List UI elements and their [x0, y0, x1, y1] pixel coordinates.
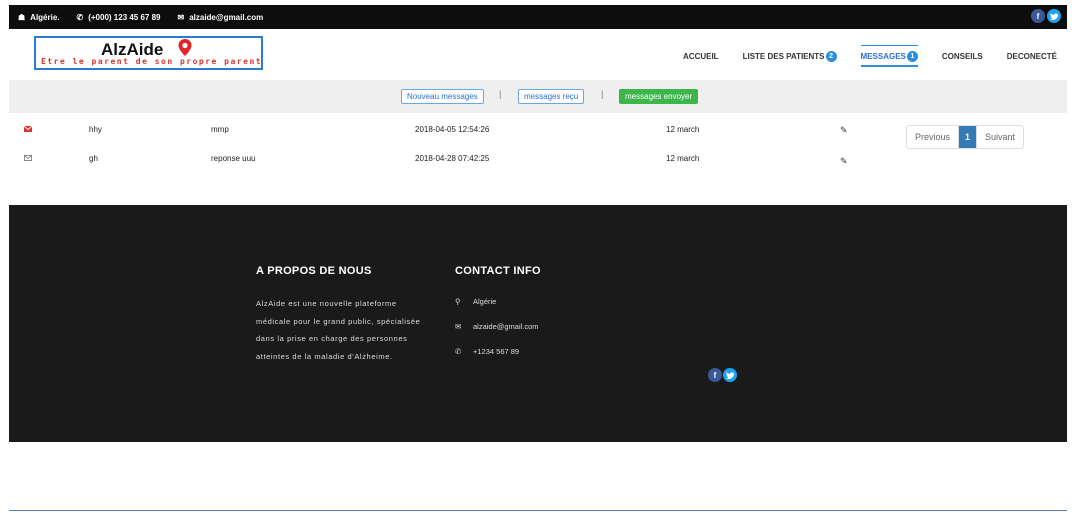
nav-label: LISTE DES PATIENTS: [742, 52, 825, 61]
envelope-icon: ✉: [455, 322, 462, 331]
location-text: Algérie.: [30, 12, 60, 22]
contact-email-text: alzaide@gmail.com: [473, 322, 539, 331]
site-logo[interactable]: AlzAide Etre le parent de son propre par…: [34, 36, 263, 70]
phone-text: (+000) 123 45 67 89: [88, 12, 161, 22]
page-divider: [9, 510, 1067, 511]
next-page-button[interactable]: Suivant: [977, 126, 1023, 148]
location-item: ☗ Algérie.: [18, 13, 60, 22]
nav-deconnecte[interactable]: DECONECTÉ: [1007, 51, 1057, 62]
nav-liste-des-patients[interactable]: LISTE DES PATIENTS 2: [743, 51, 837, 62]
phone-item: ✆ (+000) 123 45 67 89: [77, 13, 161, 22]
sent-datetime: 2018-04-28 07:42:25: [415, 154, 490, 163]
email-item: ✉ alzaide@gmail.com: [178, 13, 264, 22]
nav-label: DECONECTÉ: [1006, 52, 1057, 61]
site-footer: A PROPOS DE NOUS AlzAide est une nouvell…: [9, 205, 1067, 442]
contact-phone-text: +1234 567 89: [473, 347, 520, 356]
contact-email: ✉ alzaide@gmail.com: [455, 314, 539, 339]
phone-icon: ✆: [76, 12, 84, 22]
nav-messages[interactable]: MESSAGES 1: [860, 45, 919, 67]
about-title: A PROPOS DE NOUS: [256, 265, 372, 277]
subject: reponse uuu: [211, 154, 256, 163]
about-text: AlzAide est une nouvelle plateforme médi…: [256, 299, 421, 361]
contact-info: ⚲ Algérie ✉ alzaide@gmail.com ✆ +1234 56…: [455, 295, 539, 370]
sent-messages-button[interactable]: messages envoyer: [619, 89, 699, 104]
table-row[interactable]: hhy mmp 2018-04-05 12:54:26 12 march ✎: [9, 121, 889, 141]
map-pin-icon: [178, 39, 192, 56]
sent-datetime: 2018-04-05 12:54:26: [415, 125, 490, 134]
new-message-button[interactable]: Nouveau messages: [401, 89, 484, 104]
subject: mmp: [211, 125, 229, 134]
phone-icon: ✆: [455, 347, 462, 356]
twitter-icon[interactable]: [723, 368, 737, 382]
contact-location-text: Algérie: [473, 297, 497, 306]
top-info-bar: ☗ Algérie. ✆ (+000) 123 45 67 89 ✉ alzai…: [9, 5, 1067, 29]
edit-pencil-icon[interactable]: ✎: [840, 125, 848, 136]
read-mail-icon: [24, 154, 32, 163]
recipient: gh: [89, 154, 98, 163]
envelope-icon: ✉: [177, 12, 185, 22]
map-marker-icon: ⚲: [455, 297, 461, 306]
table-row[interactable]: gh reponse uuu 2018-04-28 07:42:25 12 ma…: [9, 150, 889, 170]
home-icon: ☗: [18, 12, 26, 22]
nav-label: ACCUEIL: [683, 52, 719, 61]
nav-label: CONSEILS: [941, 52, 983, 61]
patients-count-badge: 2: [825, 51, 837, 62]
nav-accueil[interactable]: ACCUEIL: [683, 51, 719, 62]
received-messages-button[interactable]: messages reçu: [518, 89, 585, 104]
site-header: AlzAide Etre le parent de son propre par…: [9, 29, 1067, 80]
facebook-icon[interactable]: f: [708, 368, 722, 382]
current-page-button[interactable]: 1: [959, 126, 978, 148]
email-text: alzaide@gmail.com: [189, 12, 264, 22]
toolbar-separator: |: [601, 89, 604, 99]
contact-phone: ✆ +1234 567 89: [455, 339, 539, 364]
footer-social-links: f: [708, 368, 737, 382]
top-social-links: f: [1031, 9, 1061, 23]
recipient: hhy: [89, 125, 102, 134]
contact-title: CONTACT INFO: [455, 265, 541, 277]
messages-toolbar: Nouveau messages | messages reçu | messa…: [9, 80, 1067, 113]
twitter-icon[interactable]: [1047, 9, 1061, 23]
pagination: Previous 1 Suivant: [906, 125, 1025, 149]
brand-tagline: Etre le parent de son propre parent: [41, 57, 263, 66]
previous-page-button[interactable]: Previous: [907, 126, 960, 148]
facebook-icon[interactable]: f: [1031, 9, 1045, 23]
date: 12 march: [666, 154, 700, 163]
nav-conseils[interactable]: CONSEILS: [942, 51, 983, 62]
messages-count-badge: 1: [906, 51, 918, 62]
toolbar-separator: |: [499, 89, 502, 99]
nav-label: MESSAGES: [860, 52, 906, 61]
date: 12 march: [666, 125, 700, 134]
unread-mail-icon: [23, 125, 33, 134]
edit-pencil-icon[interactable]: ✎: [840, 156, 848, 167]
main-nav: ACCUEIL LISTE DES PATIENTS 2 MESSAGES 1 CO…: [659, 45, 1057, 67]
contact-location: ⚲ Algérie: [455, 289, 539, 314]
